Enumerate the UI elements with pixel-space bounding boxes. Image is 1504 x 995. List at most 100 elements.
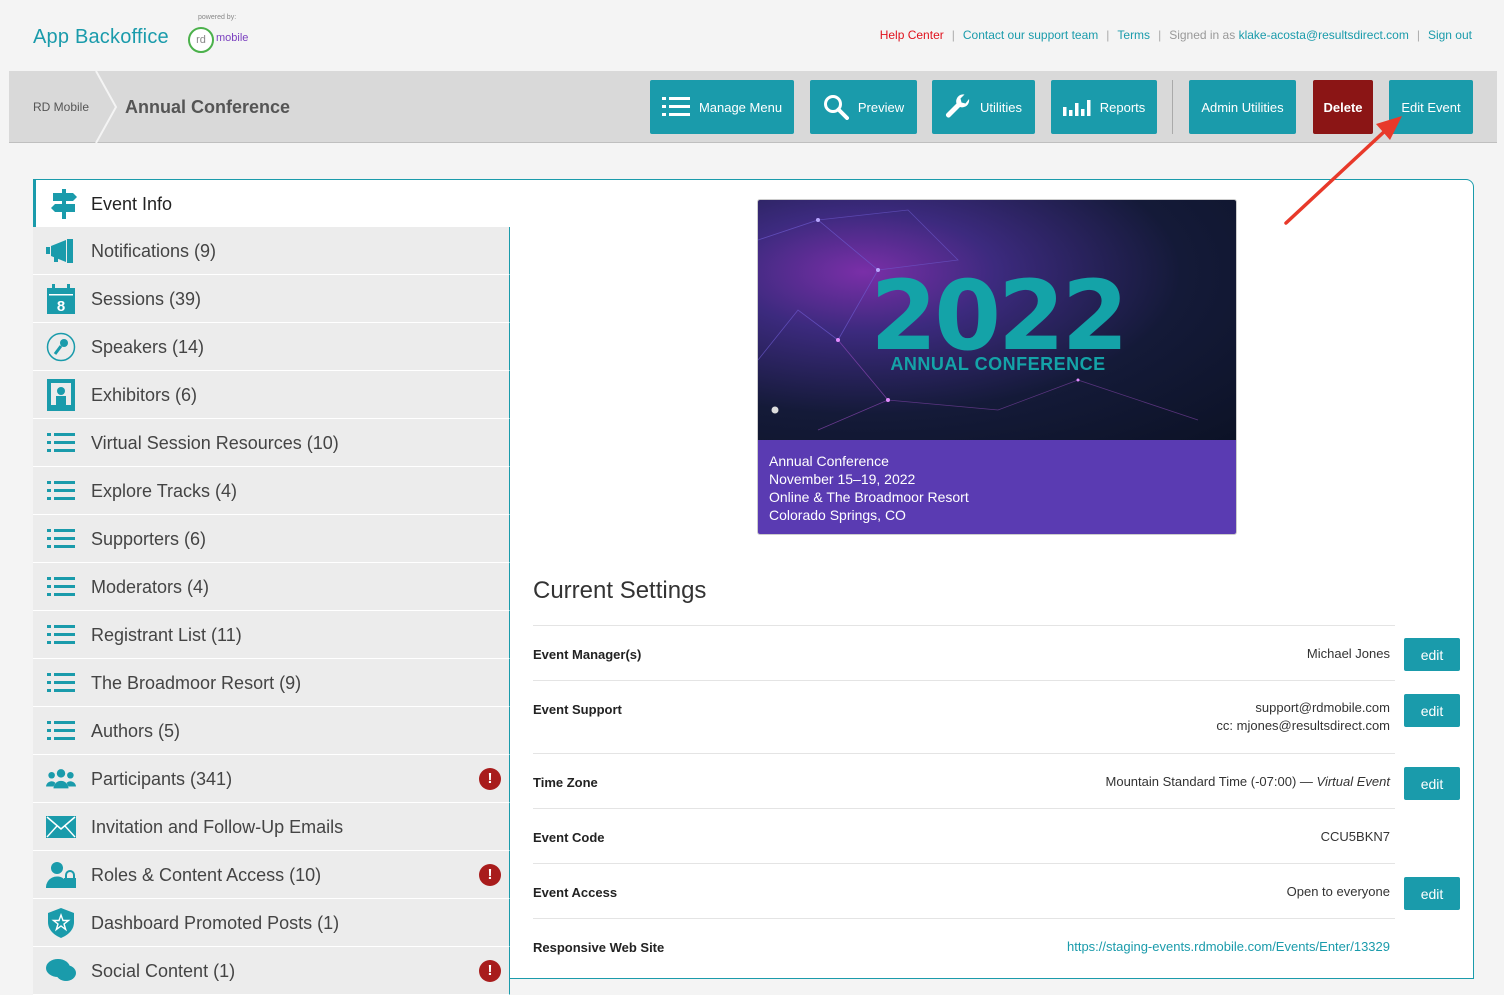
- sidebar-item-label: Event Info: [91, 194, 173, 214]
- calendar-icon: 8: [46, 284, 76, 314]
- sidebar-item-participants[interactable]: Participants (341) !: [33, 755, 510, 803]
- setting-value: Open to everyone: [1286, 884, 1390, 899]
- app-brand[interactable]: App Backoffice: [33, 26, 169, 49]
- setting-row-event-code: Event Code CCU5BKN7: [533, 808, 1395, 863]
- chat-icon: [46, 957, 76, 985]
- sidebar-item-virtual-session-resources[interactable]: Virtual Session Resources (10): [33, 419, 510, 467]
- preview-button[interactable]: Preview: [810, 80, 917, 134]
- list-icon: [46, 621, 76, 649]
- sidebar-item-social-content[interactable]: Social Content (1) !: [33, 947, 510, 995]
- breadcrumb-root[interactable]: RD Mobile: [33, 100, 89, 114]
- sidebar-item-explore-tracks[interactable]: Explore Tracks (4): [33, 467, 510, 515]
- list-icon: [46, 525, 76, 553]
- virtual-event-tag: Virtual Event: [1316, 774, 1390, 789]
- sidebar-item-label: Virtual Session Resources (10): [91, 433, 339, 453]
- list-icon: [46, 429, 76, 457]
- sidebar-item-notifications[interactable]: Notifications (9): [33, 227, 510, 275]
- sidebar-item-label: Speakers (14): [91, 337, 205, 357]
- setting-row-time-zone: Time Zone Mountain Standard Time (-07:00…: [533, 753, 1395, 808]
- sidebar-item-invitation-emails[interactable]: Invitation and Follow-Up Emails: [33, 803, 510, 851]
- sidebar-item-label: Exhibitors (6): [91, 385, 198, 405]
- list-icon: [46, 573, 76, 601]
- edit-event-access-button[interactable]: edit: [1404, 877, 1460, 910]
- preview-label: Preview: [857, 99, 905, 115]
- setting-label: Responsive Web Site: [533, 940, 665, 955]
- utilities-button[interactable]: Utilities: [932, 80, 1035, 134]
- sidebar-item-label: Authors (5): [91, 721, 181, 741]
- setting-value: support@rdmobile.com cc: mjones@resultsd…: [1216, 699, 1390, 735]
- sidebar-item-label: Moderators (4): [91, 577, 210, 597]
- event-banner: 2022 ANNUAL CONFERENCE Annual Conference…: [757, 199, 1237, 535]
- setting-row-responsive-web-site: Responsive Web Site https://staging-even…: [533, 918, 1395, 971]
- sidebar-item-event-info[interactable]: Event Info: [33, 179, 510, 227]
- setting-row-event-support: Event Support support@rdmobile.com cc: m…: [533, 680, 1395, 753]
- top-header: App Backoffice powered by: rd mobile Hel…: [0, 0, 1504, 71]
- microphone-icon: [46, 332, 76, 362]
- top-links: Help Center | Contact our support team | Ter…: [880, 28, 1472, 42]
- list-icon: [661, 97, 690, 116]
- user-lock-icon: [46, 861, 76, 889]
- sidebar-item-supporters[interactable]: Supporters (6): [33, 515, 510, 563]
- setting-row-event-access: Event Access Open to everyone: [533, 863, 1395, 918]
- reports-label: Reports: [1099, 99, 1146, 115]
- page-title: Annual Conference: [125, 97, 291, 117]
- setting-label: Time Zone: [533, 775, 598, 790]
- setting-row-event-manager: Event Manager(s) Michael Jones: [533, 625, 1395, 680]
- sidebar-item-broadmoor-resort[interactable]: The Broadmoor Resort (9): [33, 659, 510, 707]
- sidebar-item-label: Sessions (39): [91, 289, 202, 309]
- bar-chart-icon: [1062, 100, 1091, 116]
- sign-out-link[interactable]: Sign out: [1428, 28, 1472, 42]
- sidebar-item-label: Supporters (6): [91, 529, 207, 549]
- setting-value: Mountain Standard Time (-07:00) — Virtua…: [1106, 773, 1390, 791]
- sidebar-item-moderators[interactable]: Moderators (4): [33, 563, 510, 611]
- sidebar-item-sessions[interactable]: 8 Sessions (39): [33, 275, 510, 323]
- banner-event-location: Colorado Springs, CO: [769, 507, 906, 523]
- sidebar-item-label: The Broadmoor Resort (9): [91, 673, 302, 693]
- booth-icon: [46, 379, 76, 411]
- settings-title: Current Settings: [533, 577, 707, 604]
- sidebar-item-label: Registrant List (11): [91, 625, 242, 645]
- sidebar-item-authors[interactable]: Authors (5): [33, 707, 510, 755]
- banner-event-name: Annual Conference: [769, 453, 889, 469]
- edit-event-label: Edit Event: [1401, 99, 1461, 115]
- utilities-label: Utilities: [980, 99, 1022, 115]
- edit-time-zone-button[interactable]: edit: [1404, 767, 1460, 800]
- alert-icon[interactable]: !: [479, 960, 501, 982]
- sidebar-item-label: Dashboard Promoted Posts (1): [91, 913, 340, 933]
- people-icon: [46, 765, 76, 793]
- sidebar-item-exhibitors[interactable]: Exhibitors (6): [33, 371, 510, 419]
- responsive-web-site-link[interactable]: https://staging-events.rdmobile.com/Even…: [1067, 938, 1390, 956]
- sidebar-item-dashboard-promoted-posts[interactable]: Dashboard Promoted Posts (1): [33, 899, 510, 947]
- sidebar-item-label: Social Content (1): [91, 961, 236, 981]
- manage-menu-button[interactable]: Manage Menu: [650, 80, 794, 134]
- banner-event-venue: Online & The Broadmoor Resort: [769, 489, 969, 505]
- wrench-icon: [946, 94, 970, 118]
- rd-logo-mark: rd: [188, 27, 214, 53]
- separator: |: [1106, 28, 1110, 42]
- terms-link[interactable]: Terms: [1117, 28, 1150, 42]
- sidebar-item-roles-content-access[interactable]: Roles & Content Access (10) !: [33, 851, 510, 899]
- event-sidebar: Event Info Notifications (9) 8 Sessions …: [33, 179, 510, 995]
- banner-info: Annual Conference November 15–19, 2022 O…: [758, 440, 1236, 534]
- edit-event-support-button[interactable]: edit: [1404, 694, 1460, 727]
- list-icon: [46, 669, 76, 697]
- sidebar-item-label: Explore Tracks (4): [91, 481, 238, 501]
- sidebar-item-registrant-list[interactable]: Registrant List (11): [33, 611, 510, 659]
- help-center-link[interactable]: Help Center: [880, 28, 944, 42]
- support-cc-email: cc: mjones@resultsdirect.com: [1216, 718, 1390, 733]
- separator: |: [1416, 28, 1420, 42]
- powered-by-label: powered by:: [198, 14, 237, 21]
- sidebar-item-speakers[interactable]: Speakers (14): [33, 323, 510, 371]
- edit-event-manager-button[interactable]: edit: [1404, 638, 1460, 671]
- alert-icon[interactable]: !: [479, 768, 501, 790]
- svg-text:8: 8: [57, 298, 65, 314]
- alert-icon[interactable]: !: [479, 864, 501, 886]
- time-zone-value: Mountain Standard Time (-07:00) —: [1105, 774, 1313, 789]
- setting-value: CCU5BKN7: [1320, 829, 1390, 844]
- reports-button[interactable]: Reports: [1051, 80, 1157, 134]
- contact-support-link[interactable]: Contact our support team: [963, 28, 1098, 42]
- toolbar-divider: [1172, 80, 1173, 134]
- separator: |: [951, 28, 955, 42]
- setting-value: Michael Jones: [1306, 646, 1390, 661]
- user-email-link[interactable]: klake-acosta@resultsdirect.com: [1239, 28, 1409, 42]
